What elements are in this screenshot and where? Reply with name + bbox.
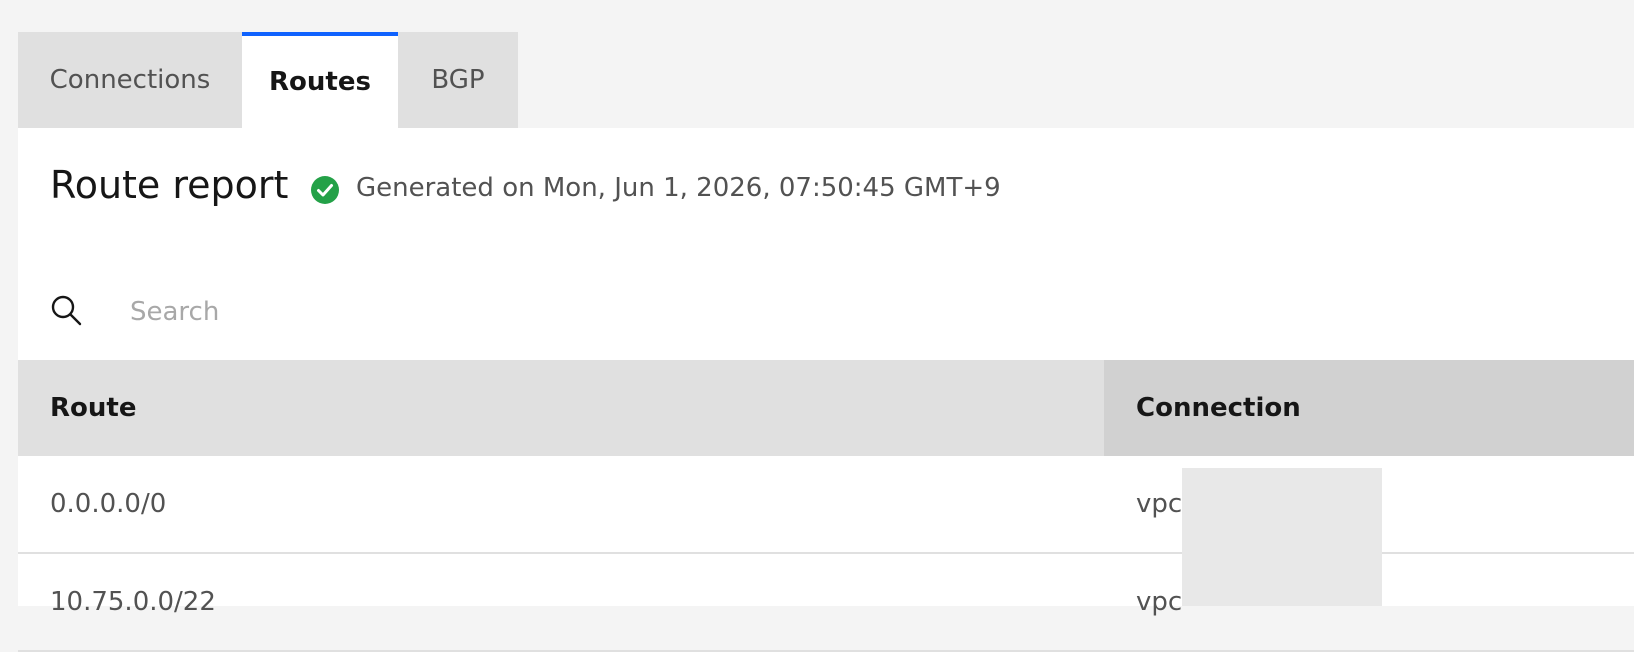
tab-connections[interactable]: Connections — [18, 32, 242, 128]
route-cell: 10.75.0.0/22 — [50, 587, 216, 617]
route-cell: 0.0.0.0/0 — [50, 489, 167, 519]
table-row: 0.0.0.0/0 vpc- — [18, 456, 1634, 554]
route-report-panel: Route report Generated on Mon, Jun 1, 20… — [18, 128, 1634, 652]
tab-bgp[interactable]: BGP — [398, 32, 518, 128]
search-input[interactable] — [114, 284, 1530, 340]
column-header-connection[interactable]: Connection — [1104, 360, 1634, 456]
column-header-route[interactable]: Route — [18, 360, 1104, 456]
checkmark-filled-icon — [311, 176, 339, 204]
tab-list: Connections Routes BGP — [18, 32, 518, 128]
table-search — [18, 264, 1634, 360]
table-header-row: Route Connection — [18, 360, 1634, 456]
routes-table: Route Connection 0.0.0.0/0 vpc- 10.75.0.… — [18, 360, 1634, 652]
tab-routes[interactable]: Routes — [242, 32, 398, 128]
page-title: Route report — [50, 163, 289, 207]
generated-timestamp: Generated on Mon, Jun 1, 2026, 07:50:45 … — [356, 173, 1001, 203]
redaction-block — [1182, 468, 1382, 606]
search-icon — [51, 295, 82, 326]
table-row: 10.75.0.0/22 vpc- — [18, 554, 1634, 652]
